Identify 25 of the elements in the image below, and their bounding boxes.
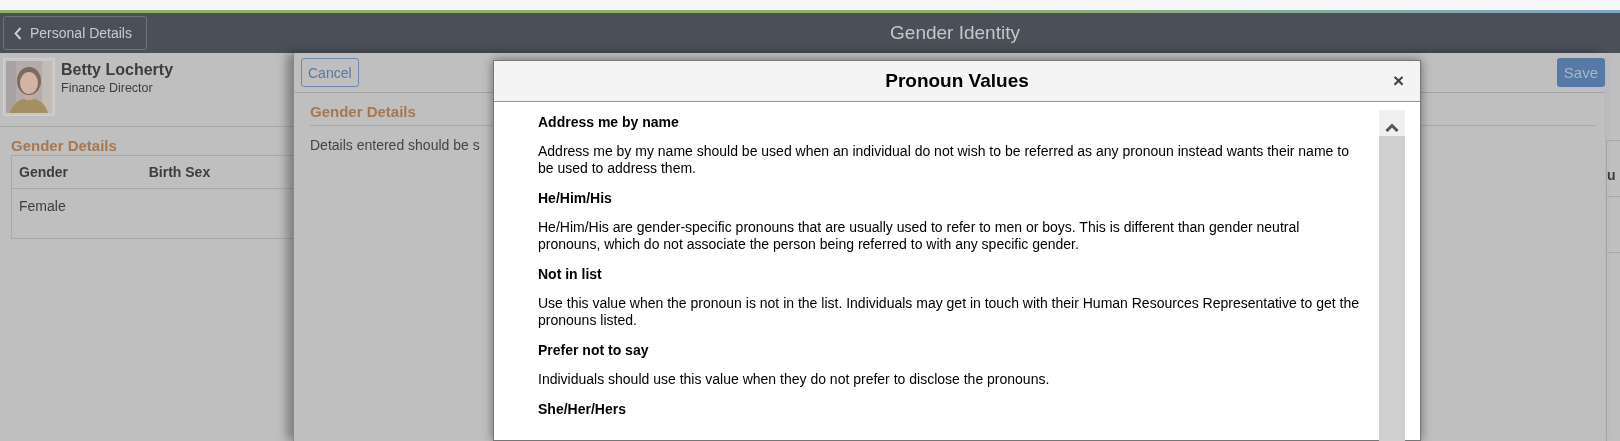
column-header: u <box>1607 167 1616 183</box>
page-title: Gender Identity <box>890 22 1020 44</box>
entry-description: Address me by my name should be used when an individual do not wish to be referred as any pronoun instead wants their name to be used to address them. <box>538 143 1350 177</box>
job-title: Finance Director <box>61 81 154 95</box>
employee-name: Betty Locherty <box>61 61 174 79</box>
chevron-up-icon <box>1385 122 1399 132</box>
scroll-up-button[interactable] <box>1379 110 1405 136</box>
chevron-left-icon <box>14 26 22 40</box>
entry-description: Individuals should use this value when they do not prefer to disclose the pronouns. <box>538 371 1051 388</box>
entry-description: Use this value when the pronoun is not in the list. Individuals may get in touch with their Human Resources Representative to get the pronouns listed. <box>538 295 1359 329</box>
entry-title: She/Her/Hers <box>538 401 626 417</box>
close-button[interactable]: × <box>1388 70 1408 92</box>
entry-title: He/Him/His <box>538 190 612 206</box>
back-button[interactable]: Personal Details <box>3 16 147 50</box>
entry-title: Prefer not to say <box>538 342 649 358</box>
entry-title: Address me by name <box>538 114 679 130</box>
table-cell: Female <box>11 188 142 239</box>
dialog-title: Pronoun Values <box>885 70 1029 92</box>
scrollbar[interactable] <box>1379 110 1405 441</box>
entry-description: He/Him/His are gender-specific pronouns that are usually used to refer to men or boys. This is different than gender neutral pronouns, which do not associate the person being referred to with any specific gender. <box>538 219 1301 253</box>
column-header: Gender <box>11 155 142 189</box>
section-title: Gender Details <box>11 137 117 154</box>
section-description: Details entered should be s <box>310 137 480 153</box>
section-title: Gender Details <box>310 103 416 120</box>
entry-title: Not in list <box>538 266 602 282</box>
